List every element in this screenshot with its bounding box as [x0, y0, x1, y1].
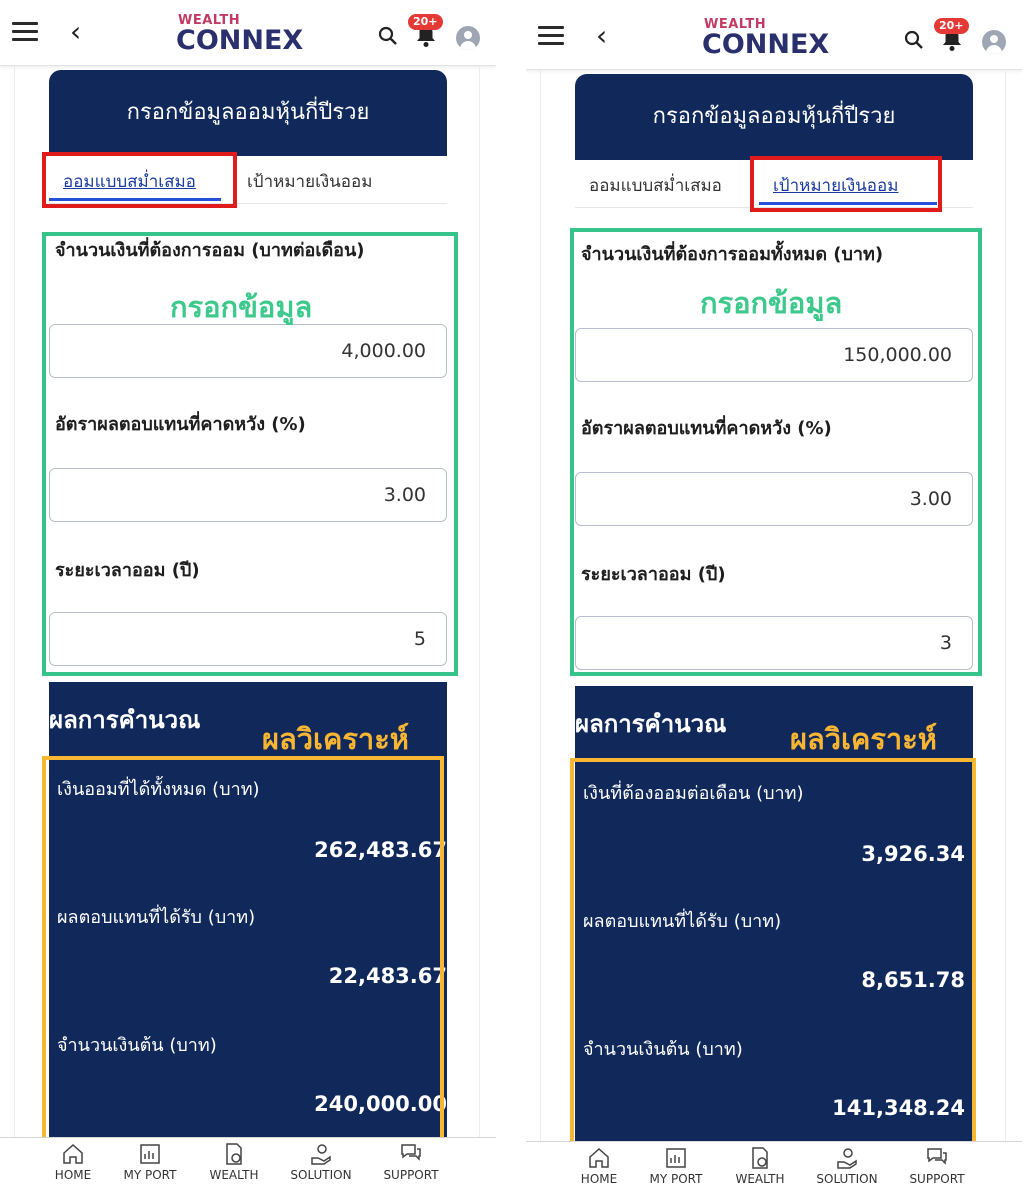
nav-wealth[interactable]: WEALTH: [715, 1146, 805, 1186]
solution-hand-icon: [311, 1144, 331, 1165]
tab-regular-savings[interactable]: ออมแบบสม่ำเสมอ: [589, 172, 722, 199]
nav-solution[interactable]: SOLUTION: [802, 1146, 892, 1186]
notification-badge: 20+: [934, 18, 969, 34]
nav-wealth[interactable]: WEALTH: [189, 1142, 279, 1182]
tab-highlight-box: [42, 152, 237, 208]
phone-screen-regular-savings: ‹ WEALTH CONNEX 20+ กรอกข้อมูลออมหุ้นกี่…: [0, 0, 496, 1195]
back-arrow-icon[interactable]: ‹: [70, 18, 81, 46]
support-chat-icon: [401, 1144, 421, 1161]
user-avatar-icon[interactable]: [456, 26, 480, 50]
wealth-connex-logo: WEALTH CONNEX: [176, 14, 303, 54]
wealth-document-icon: [752, 1147, 768, 1169]
menu-icon[interactable]: [12, 22, 38, 42]
search-icon[interactable]: [378, 26, 398, 46]
support-chat-icon: [927, 1148, 947, 1165]
result-title: ผลการคำนวณ: [49, 706, 201, 734]
nav-my-port[interactable]: MY PORT: [631, 1146, 721, 1186]
search-icon[interactable]: [904, 30, 924, 50]
tab-highlight-box: [750, 156, 942, 212]
nav-my-port-label: MY PORT: [649, 1172, 703, 1186]
input-annotation-label: กรอกข้อมูล: [170, 290, 313, 324]
nav-support-label: SUPPORT: [909, 1172, 965, 1186]
wealth-connex-logo: WEALTH CONNEX: [702, 18, 829, 58]
menu-icon[interactable]: [538, 26, 564, 46]
nav-wealth-label: WEALTH: [735, 1172, 785, 1186]
logo-big-text: CONNEX: [176, 25, 304, 56]
phone-screen-savings-goal: ‹ WEALTH CONNEX 20+ กรอกข้อมูลออมหุ้นกี่…: [526, 4, 1022, 1199]
bottom-navigation: HOME MY PORT WEALTH SOLUTION SUPPORT: [526, 1141, 1022, 1199]
user-avatar-icon[interactable]: [982, 30, 1006, 54]
page-title: กรอกข้อมูลออมหุ้นกี่ปีรวย: [49, 70, 447, 156]
nav-my-port-label: MY PORT: [123, 1168, 177, 1182]
result-title: ผลการคำนวณ: [575, 710, 727, 738]
app-header: ‹ WEALTH CONNEX 20+: [526, 4, 1022, 70]
home-icon: [63, 1143, 83, 1164]
nav-support-label: SUPPORT: [383, 1168, 439, 1182]
portfolio-icon: [140, 1144, 160, 1164]
bottom-navigation: HOME MY PORT WEALTH SOLUTION SUPPORT: [0, 1137, 496, 1195]
input-annotation-label: กรอกข้อมูล: [700, 286, 843, 320]
home-icon: [589, 1147, 609, 1168]
nav-solution-label: SOLUTION: [816, 1172, 878, 1186]
back-arrow-icon[interactable]: ‹: [596, 22, 607, 50]
nav-solution[interactable]: SOLUTION: [276, 1142, 366, 1182]
result-highlight-box: [42, 756, 444, 1142]
nav-solution-label: SOLUTION: [290, 1168, 352, 1182]
result-annotation-label: ผลวิเคราะห์: [790, 722, 937, 756]
nav-my-port[interactable]: MY PORT: [105, 1142, 195, 1182]
solution-hand-icon: [837, 1148, 857, 1169]
app-header: ‹ WEALTH CONNEX 20+: [0, 0, 496, 66]
nav-support[interactable]: SUPPORT: [366, 1142, 456, 1182]
portfolio-icon: [666, 1148, 686, 1168]
tab-savings-goal[interactable]: เป้าหมายเงินออม: [247, 168, 372, 195]
nav-wealth-label: WEALTH: [209, 1168, 259, 1182]
page-title: กรอกข้อมูลออมหุ้นกี่ปีรวย: [575, 74, 973, 160]
logo-big-text: CONNEX: [702, 29, 830, 60]
wealth-document-icon: [226, 1143, 242, 1165]
result-highlight-box: [570, 758, 976, 1148]
nav-support[interactable]: SUPPORT: [892, 1146, 982, 1186]
notification-badge: 20+: [408, 14, 443, 30]
